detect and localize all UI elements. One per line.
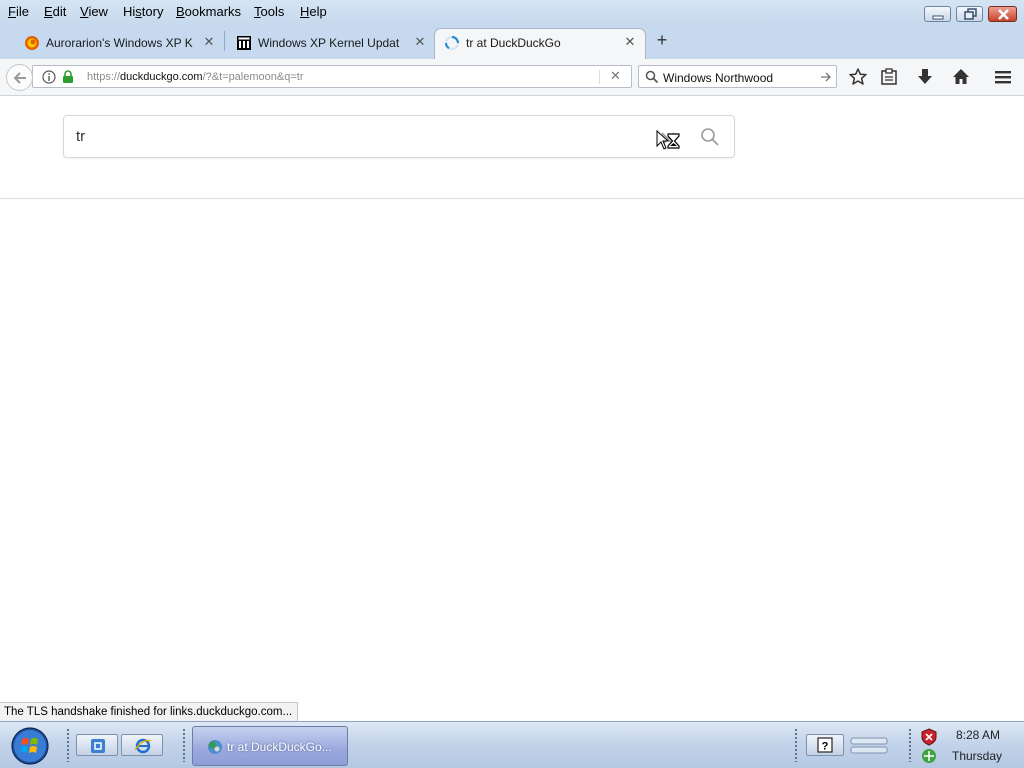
help-icon: ? xyxy=(817,737,833,753)
busy-cursor-icon xyxy=(656,130,680,150)
restore-icon xyxy=(964,8,977,20)
taskbar: tr at DuckDuckGo... ? 8:28 AM Thursday xyxy=(0,721,1024,768)
restore-button[interactable] xyxy=(956,6,983,22)
taskbar-grip[interactable] xyxy=(182,728,186,762)
back-arrow-icon xyxy=(13,72,26,84)
tab-close-icon[interactable]: ✕ xyxy=(201,34,217,50)
new-tab-button[interactable]: + xyxy=(652,28,672,52)
clock-time[interactable]: 8:28 AM xyxy=(956,728,1000,742)
ddg-search-icon[interactable] xyxy=(700,127,720,147)
explorer-icon xyxy=(91,739,105,753)
network-icon[interactable] xyxy=(920,747,938,765)
menu-tools[interactable]: Tools xyxy=(254,4,284,19)
close-window-button[interactable] xyxy=(988,6,1017,22)
palemoon-icon xyxy=(208,740,222,754)
menu-history[interactable]: History xyxy=(123,4,163,19)
tab-close-icon[interactable]: ✕ xyxy=(622,34,638,50)
svg-text:?: ? xyxy=(822,741,829,753)
search-bar[interactable]: Windows Northwood xyxy=(638,65,837,88)
internet-explorer-icon xyxy=(134,738,152,754)
archive-icon xyxy=(237,36,251,50)
home-icon[interactable] xyxy=(951,67,971,87)
start-orb-icon[interactable] xyxy=(10,726,50,766)
ddg-search-box[interactable]: tr xyxy=(63,115,735,158)
taskbar-grip[interactable] xyxy=(66,728,70,762)
ddg-search-input[interactable]: tr xyxy=(76,128,85,145)
menu-bookmarks[interactable]: Bookmarks xyxy=(176,4,241,19)
ddg-header: tr xyxy=(0,96,1024,199)
lock-icon[interactable] xyxy=(62,70,74,84)
bookmarks-menu-icon[interactable] xyxy=(879,67,899,87)
back-button[interactable] xyxy=(6,64,33,91)
bookmark-star-icon[interactable] xyxy=(848,67,868,87)
quicklaunch-ie-button[interactable] xyxy=(121,734,163,756)
taskbar-grip[interactable] xyxy=(908,728,912,762)
minimize-icon xyxy=(932,15,944,20)
tab-duckduckgo[interactable]: tr at DuckDuckGo ✕ xyxy=(434,28,646,60)
url-bar[interactable]: https://duckduckgo.com/?&t=palemoon&q=tr… xyxy=(32,65,632,88)
info-icon[interactable] xyxy=(42,70,56,84)
tab-strip: Aurorarion's Windows XP K ✕ Windows XP K… xyxy=(0,25,1024,60)
menu-file[interactable]: File xyxy=(8,4,29,19)
search-go-arrow-icon[interactable] xyxy=(820,71,832,83)
menu-edit[interactable]: Edit xyxy=(44,4,66,19)
menu-bar: File Edit View History Bookmarks Tools H… xyxy=(0,0,1024,25)
tab-close-icon[interactable]: ✕ xyxy=(412,34,428,50)
url-text: https://duckduckgo.com/?&t=palemoon&q=tr xyxy=(87,71,304,83)
close-icon xyxy=(998,9,1009,20)
taskbar-window-button[interactable]: tr at DuckDuckGo... xyxy=(192,726,348,766)
hamburger-menu-icon[interactable] xyxy=(993,67,1013,87)
security-shield-icon[interactable] xyxy=(920,728,938,746)
firefox-icon xyxy=(25,36,39,50)
clock-day[interactable]: Thursday xyxy=(952,749,1002,763)
nav-bar: https://duckduckgo.com/?&t=palemoon&q=tr… xyxy=(0,59,1024,96)
page-content: tr xyxy=(0,96,1024,721)
tab-aurorarion[interactable]: Aurorarion's Windows XP K ✕ xyxy=(10,28,226,59)
url-separator xyxy=(599,70,600,84)
taskbar-grip[interactable] xyxy=(794,728,798,762)
stop-load-icon[interactable]: ✕ xyxy=(610,68,621,84)
minimize-button[interactable] xyxy=(924,6,951,22)
menu-help[interactable]: Help xyxy=(300,4,327,19)
help-button[interactable]: ? xyxy=(806,734,844,756)
show-desktop-icon[interactable] xyxy=(850,735,888,757)
search-bar-value: Windows Northwood xyxy=(663,71,774,85)
downloads-icon[interactable] xyxy=(915,67,935,87)
status-bar-text: The TLS handshake finished for links.duc… xyxy=(0,702,299,722)
tab-title: tr at DuckDuckGo xyxy=(466,36,561,50)
menu-view[interactable]: View xyxy=(80,4,108,19)
tab-windows-xp-kernel[interactable]: Windows XP Kernel Updat ✕ xyxy=(222,28,434,59)
quicklaunch-explorer-button[interactable] xyxy=(76,734,118,756)
tab-title: Aurorarion's Windows XP K xyxy=(46,36,193,50)
search-icon xyxy=(645,70,659,84)
loading-spinner-icon xyxy=(444,35,460,50)
taskbar-window-label: tr at DuckDuckGo... xyxy=(227,740,332,754)
tab-title: Windows XP Kernel Updat xyxy=(258,36,400,50)
